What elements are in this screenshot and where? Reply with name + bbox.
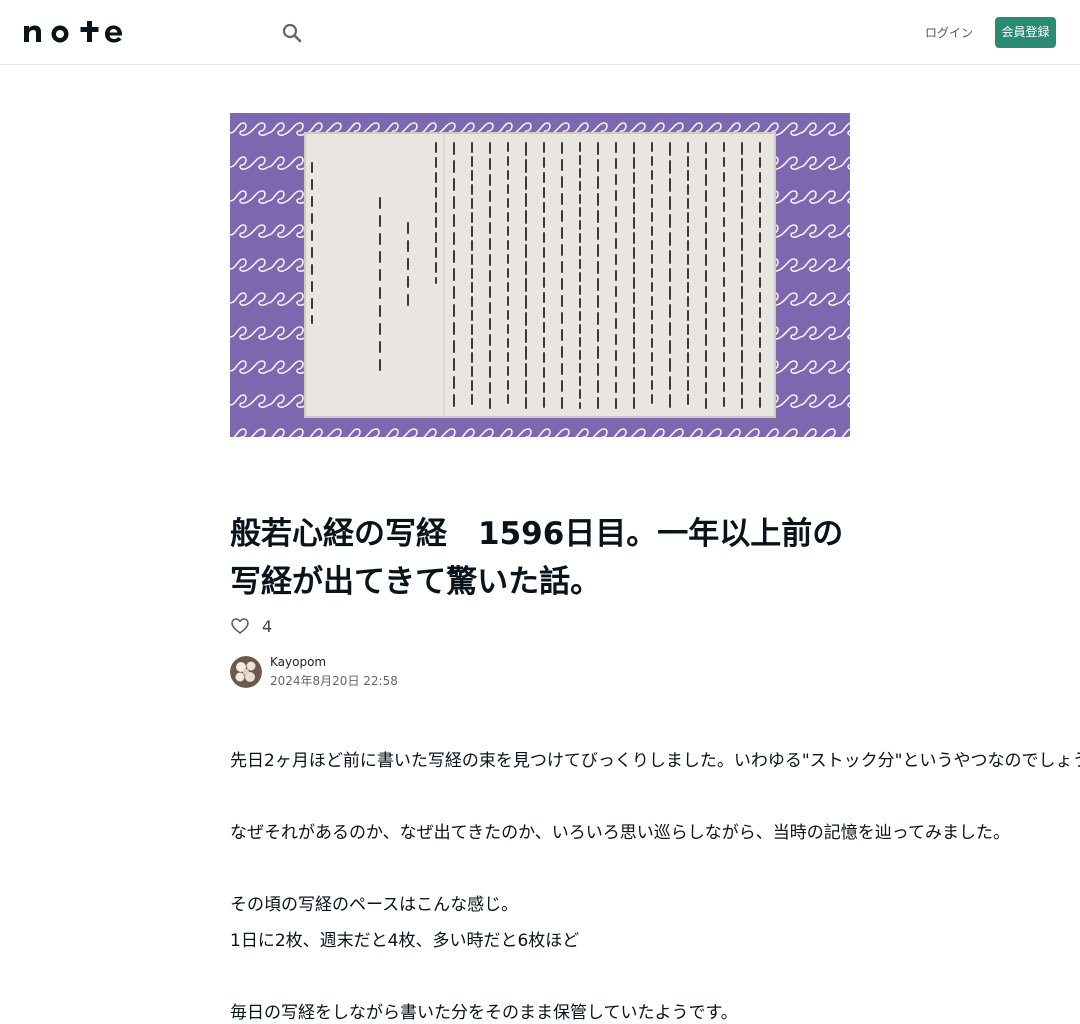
paragraph: その頃の写経のペースはこんな感じ。 [230, 895, 519, 915]
site-header: ログイン 会員登録 [0, 0, 1080, 65]
login-link[interactable]: ログイン [924, 23, 974, 43]
author-block: Kayopom 2024年8月20日 22:58 [230, 655, 398, 689]
post-date: 2024年8月20日 22:58 [270, 674, 398, 688]
article-title: 般若心経の写経 1596日目。一年以上前の写経が出てきて驚いた話。 [230, 516, 844, 600]
search-button[interactable] [279, 20, 305, 46]
heart-outline-icon [231, 618, 249, 634]
paragraph: 毎日の写経をしながら書いた分をそのまま保管していたようです。 [230, 1003, 738, 1023]
author-avatar[interactable] [230, 656, 262, 688]
paragraph: 1日に2枚、週末だと4枚、多い時だと6枚ほど [230, 931, 580, 951]
paragraph: 先日2ヶ月ほど前に書いた写経の束を見つけてびっくりしました。いわゆる"ストック分… [230, 751, 1080, 771]
author-name[interactable]: Kayopom [270, 654, 398, 670]
search-icon [282, 23, 302, 43]
note-logo[interactable] [24, 18, 122, 44]
like-button[interactable]: 4 [230, 614, 272, 638]
signup-button[interactable]: 会員登録 [995, 17, 1056, 48]
article-hero-image [230, 113, 850, 437]
like-count: 4 [262, 616, 273, 636]
paragraph: なぜそれがあるのか、なぜ出てきたのか、いろいろ思い巡らしながら、当時の記憶を辿っ… [230, 823, 1010, 843]
